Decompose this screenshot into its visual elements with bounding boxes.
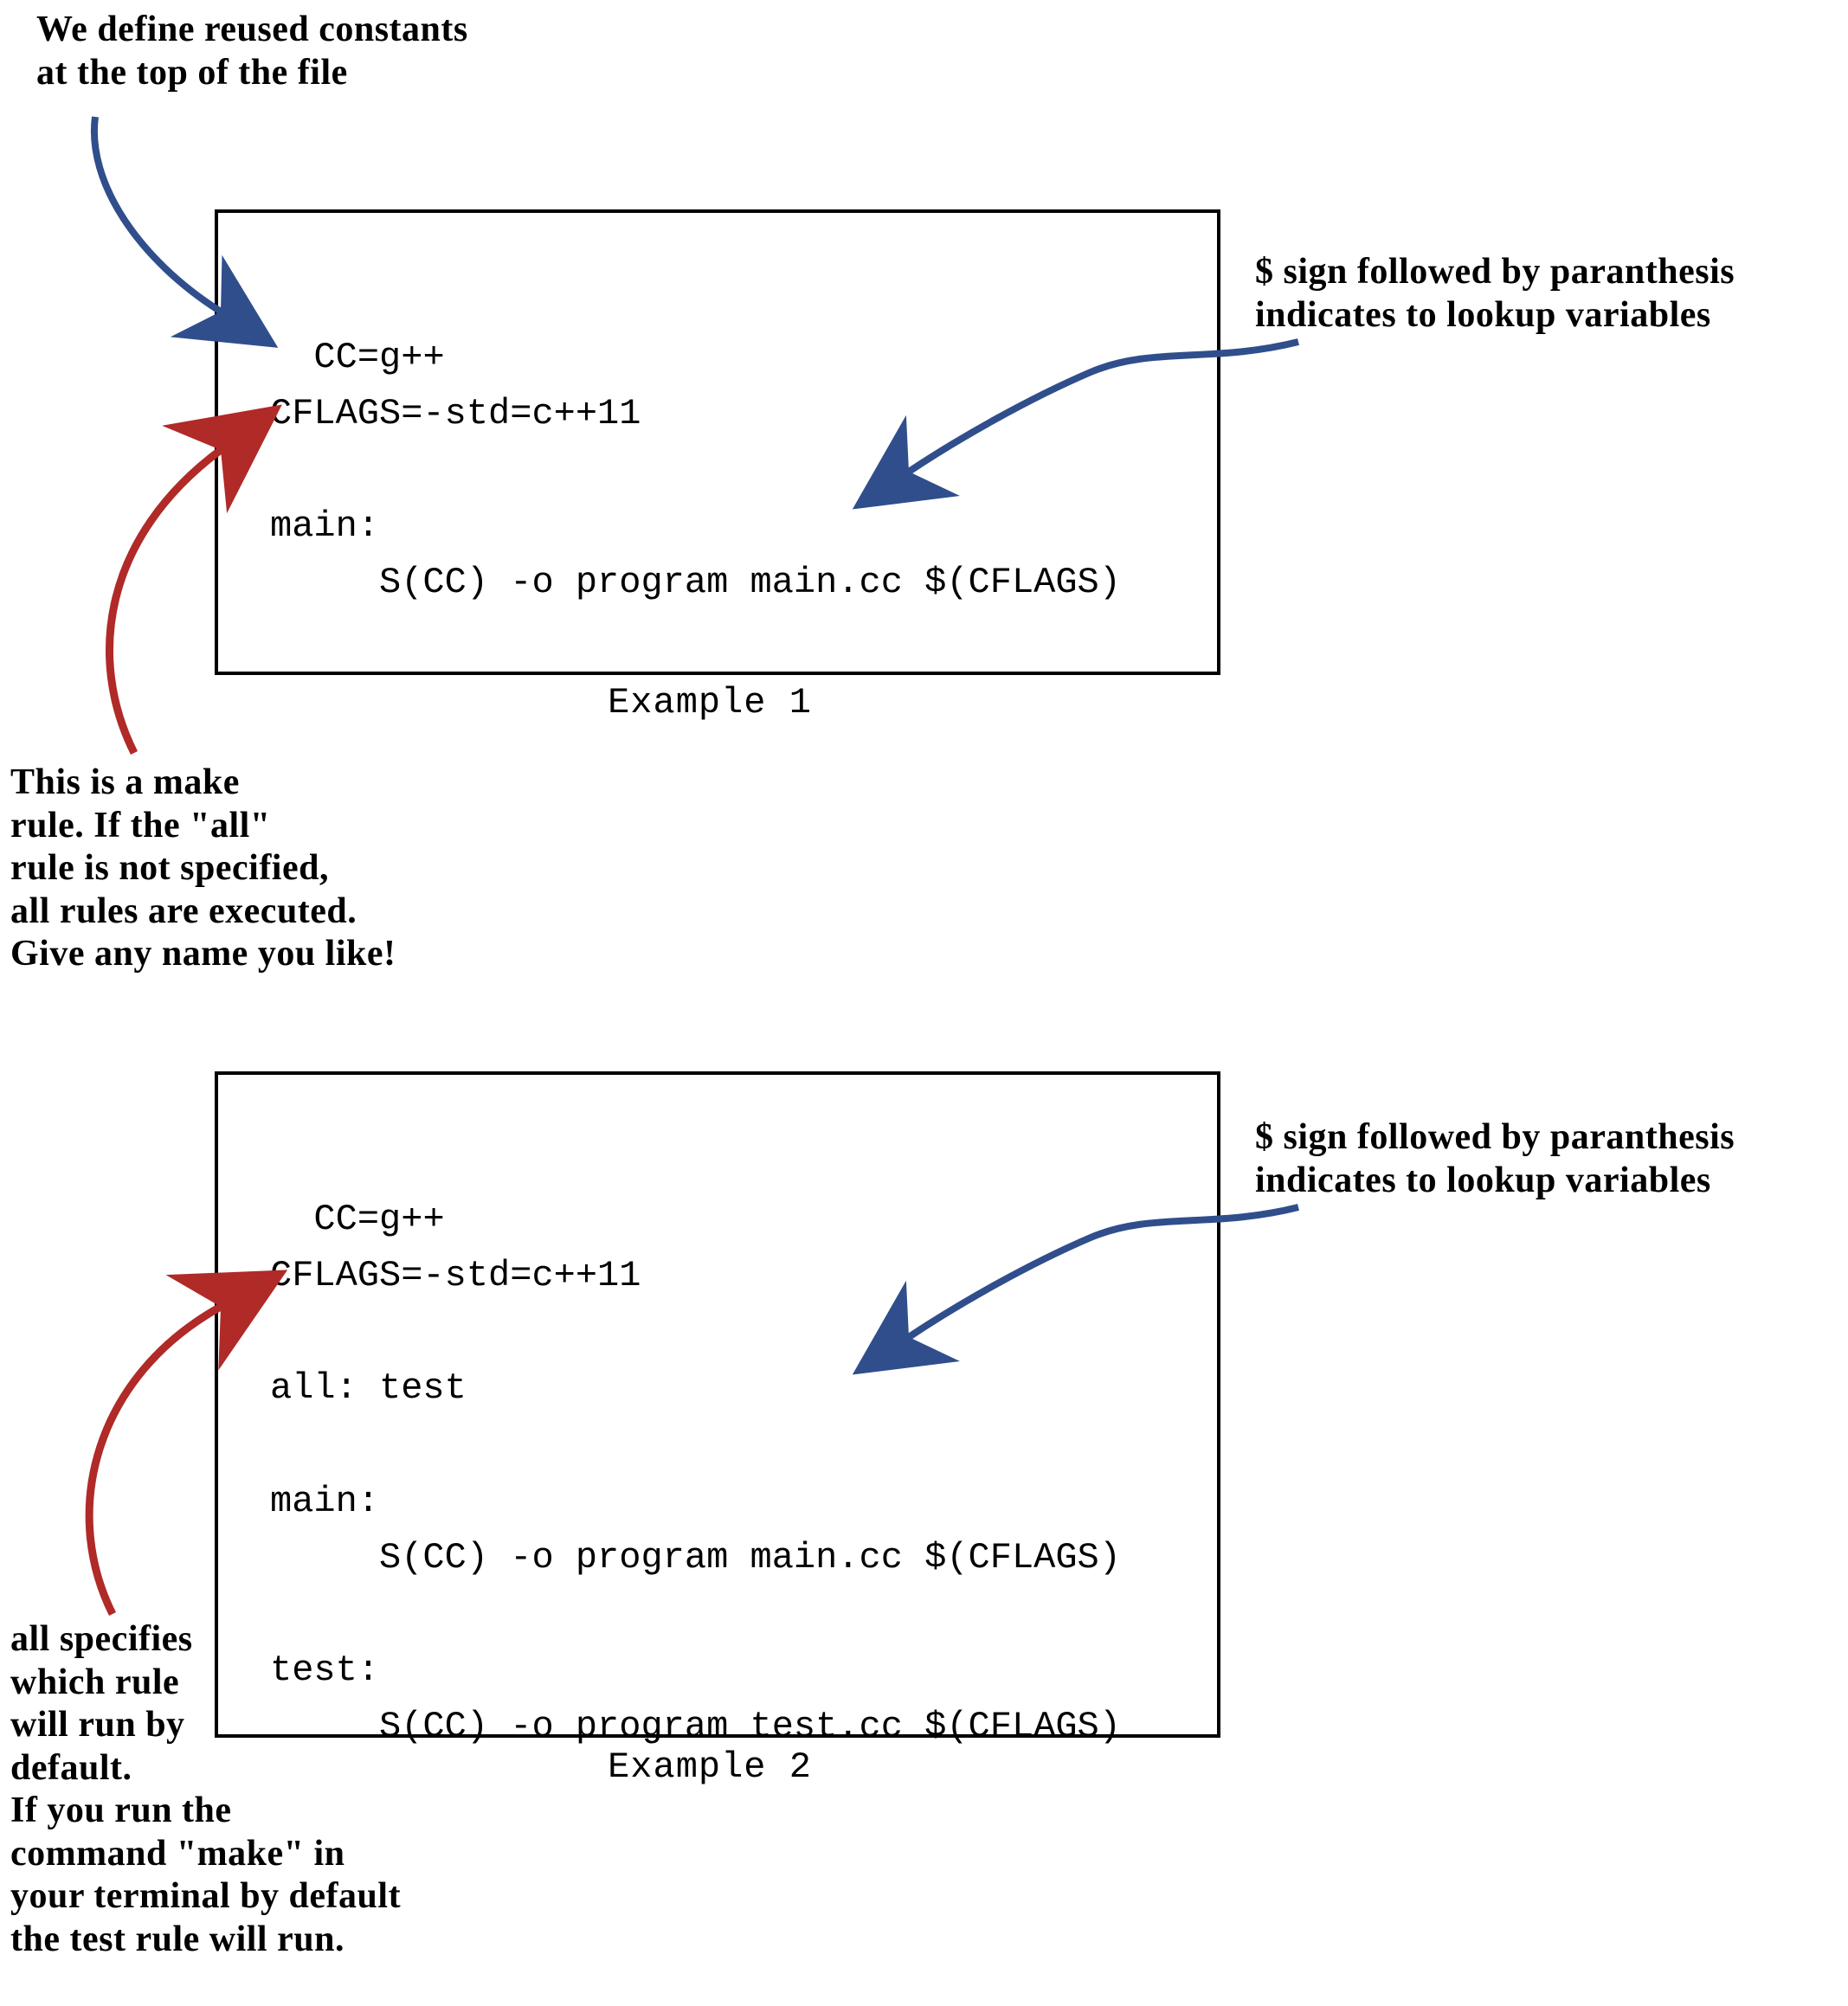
example1-codebox: CC=g++ CFLAGS=-std=c++11 main: S(CC) -o …	[215, 209, 1220, 675]
note-all-specifies: all specifies which rule will run by def…	[10, 1618, 401, 1961]
example1-code: CC=g++ CFLAGS=-std=c++11 main: S(CC) -o …	[270, 337, 1121, 603]
note-constants-top: We define reused constants at the top of…	[36, 9, 468, 94]
example2-caption: Example 2	[528, 1746, 892, 1788]
arrow-all-specifies	[89, 1307, 221, 1614]
example1-caption: Example 1	[528, 682, 892, 723]
arrow-make-rule	[109, 450, 221, 753]
note-make-rule: This is a make rule. If the "all" rule i…	[10, 762, 396, 976]
arrow-constants-to-code	[94, 117, 221, 312]
note-dollar-lookup-1: $ sign followed by paranthesis indicates…	[1255, 251, 1735, 337]
note-dollar-lookup-2: $ sign followed by paranthesis indicates…	[1255, 1116, 1735, 1202]
